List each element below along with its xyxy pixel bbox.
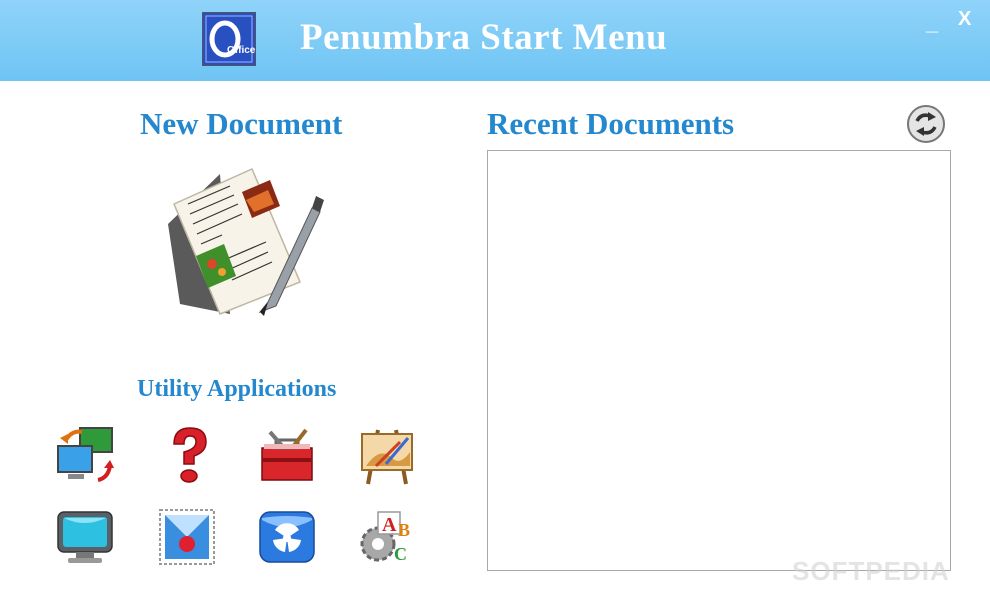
svg-text:C: C bbox=[394, 544, 407, 564]
watermark: SOFTPEDIA bbox=[792, 556, 950, 586]
close-button[interactable]: X bbox=[958, 8, 971, 31]
mail-stamp-icon[interactable] bbox=[156, 506, 218, 568]
monitor-icon[interactable] bbox=[54, 506, 116, 568]
recent-documents-heading: Recent Documents bbox=[487, 106, 735, 141]
document-pen-icon[interactable] bbox=[160, 164, 330, 324]
radiation-icon[interactable] bbox=[256, 506, 318, 568]
refresh-icon[interactable] bbox=[906, 104, 946, 144]
svg-text:Office: Office bbox=[227, 45, 255, 56]
utility-applications-heading: Utility Applications bbox=[137, 376, 337, 402]
new-document-heading[interactable]: New Document bbox=[140, 106, 342, 142]
font-tools-icon[interactable]: A B C bbox=[356, 506, 418, 568]
svg-text:B: B bbox=[398, 520, 410, 540]
office-logo-icon: Office bbox=[202, 12, 256, 66]
network-transfer-icon[interactable] bbox=[54, 424, 116, 486]
svg-text:A: A bbox=[382, 514, 397, 536]
title-bar: Office Penumbra Start Menu _ X bbox=[0, 0, 990, 81]
easel-paint-icon[interactable] bbox=[356, 424, 418, 486]
help-question-icon[interactable] bbox=[158, 424, 220, 486]
minimize-button[interactable]: _ bbox=[926, 10, 938, 36]
window-title: Penumbra Start Menu bbox=[300, 17, 668, 58]
recent-documents-list[interactable] bbox=[487, 150, 951, 571]
toolbox-icon[interactable] bbox=[256, 424, 318, 486]
